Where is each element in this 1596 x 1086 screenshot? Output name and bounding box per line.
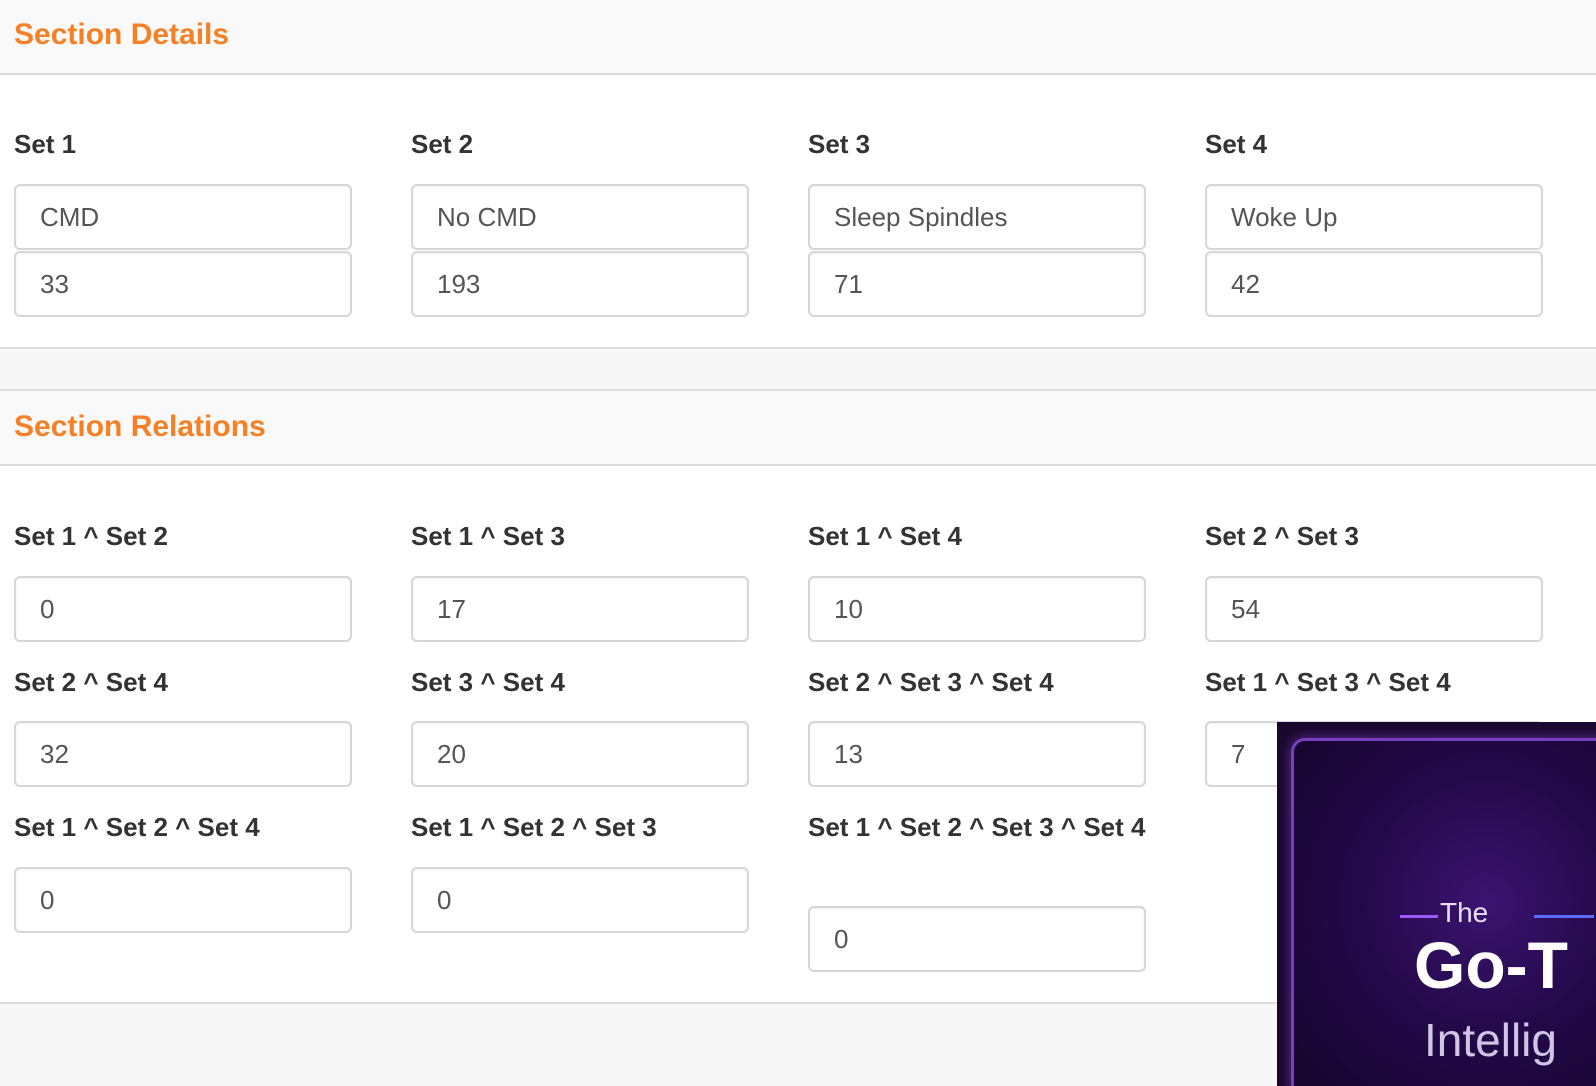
ad-decor-line — [1534, 915, 1594, 918]
section-details-heading: Section Details — [0, 0, 1596, 75]
set-2-count-input[interactable] — [411, 251, 749, 317]
set-1-label: Set 1 — [14, 129, 77, 159]
relation-value-input[interactable] — [411, 867, 749, 933]
section-relations-heading: Section Relations — [0, 391, 1596, 466]
relation-label: Set 2 ^ Set 3 ^ Set 4 — [808, 667, 1054, 697]
relation-label: Set 1 ^ Set 2 ^ Set 3 — [411, 812, 657, 842]
set-4-label: Set 4 — [1205, 129, 1268, 159]
relation-value-input[interactable] — [1205, 576, 1543, 642]
relation-label: Set 1 ^ Set 2 ^ Set 3 ^ Set 4 — [808, 812, 1146, 842]
relation-value-input[interactable] — [14, 576, 352, 642]
section-details-title: Section Details — [14, 18, 230, 51]
section-details-panel: Section Details Set 1 Set 2 Set 3 Set 4 — [0, 0, 1596, 349]
set-2-name-input[interactable] — [411, 184, 749, 250]
relation-label: Set 1 ^ Set 2 ^ Set 4 — [14, 812, 260, 842]
relation-value-input[interactable] — [808, 906, 1146, 972]
ad-decor-line — [1400, 915, 1438, 918]
relation-label: Set 1 ^ Set 3 — [411, 521, 565, 551]
relation-label: Set 1 ^ Set 3 ^ Set 4 — [1205, 667, 1451, 697]
ad-subline: Intellig — [1424, 1014, 1557, 1066]
set-1-count-input[interactable] — [14, 251, 352, 317]
set-2-label: Set 2 — [411, 129, 474, 159]
relation-label: Set 1 ^ Set 4 — [808, 521, 962, 551]
ad-kicker: The — [1440, 897, 1489, 928]
set-3-label: Set 3 — [808, 129, 871, 159]
set-3-count-input[interactable] — [808, 251, 1146, 317]
set-4-count-input[interactable] — [1205, 251, 1543, 317]
set-3-name-input[interactable] — [808, 184, 1146, 250]
ad-headline: Go-T — [1414, 928, 1568, 1002]
relation-value-input[interactable] — [808, 721, 1146, 787]
relation-value-input[interactable] — [14, 721, 352, 787]
relation-label: Set 1 ^ Set 2 — [14, 521, 168, 551]
relation-value-input[interactable] — [411, 576, 749, 642]
set-1-name-input[interactable] — [14, 184, 352, 250]
set-4-name-input[interactable] — [1205, 184, 1543, 250]
relation-value-input[interactable] — [808, 576, 1146, 642]
ad-card[interactable]: The Go-T Intellig — [1291, 738, 1596, 1086]
relation-label: Set 2 ^ Set 4 — [14, 667, 168, 697]
section-relations-title: Section Relations — [14, 410, 266, 443]
relation-value-input[interactable] — [411, 721, 749, 787]
relation-value-input[interactable] — [14, 867, 352, 933]
ad-overlay[interactable]: The Go-T Intellig — [1277, 722, 1596, 1086]
relation-label: Set 2 ^ Set 3 — [1205, 521, 1359, 551]
relation-label: Set 3 ^ Set 4 — [411, 667, 565, 697]
